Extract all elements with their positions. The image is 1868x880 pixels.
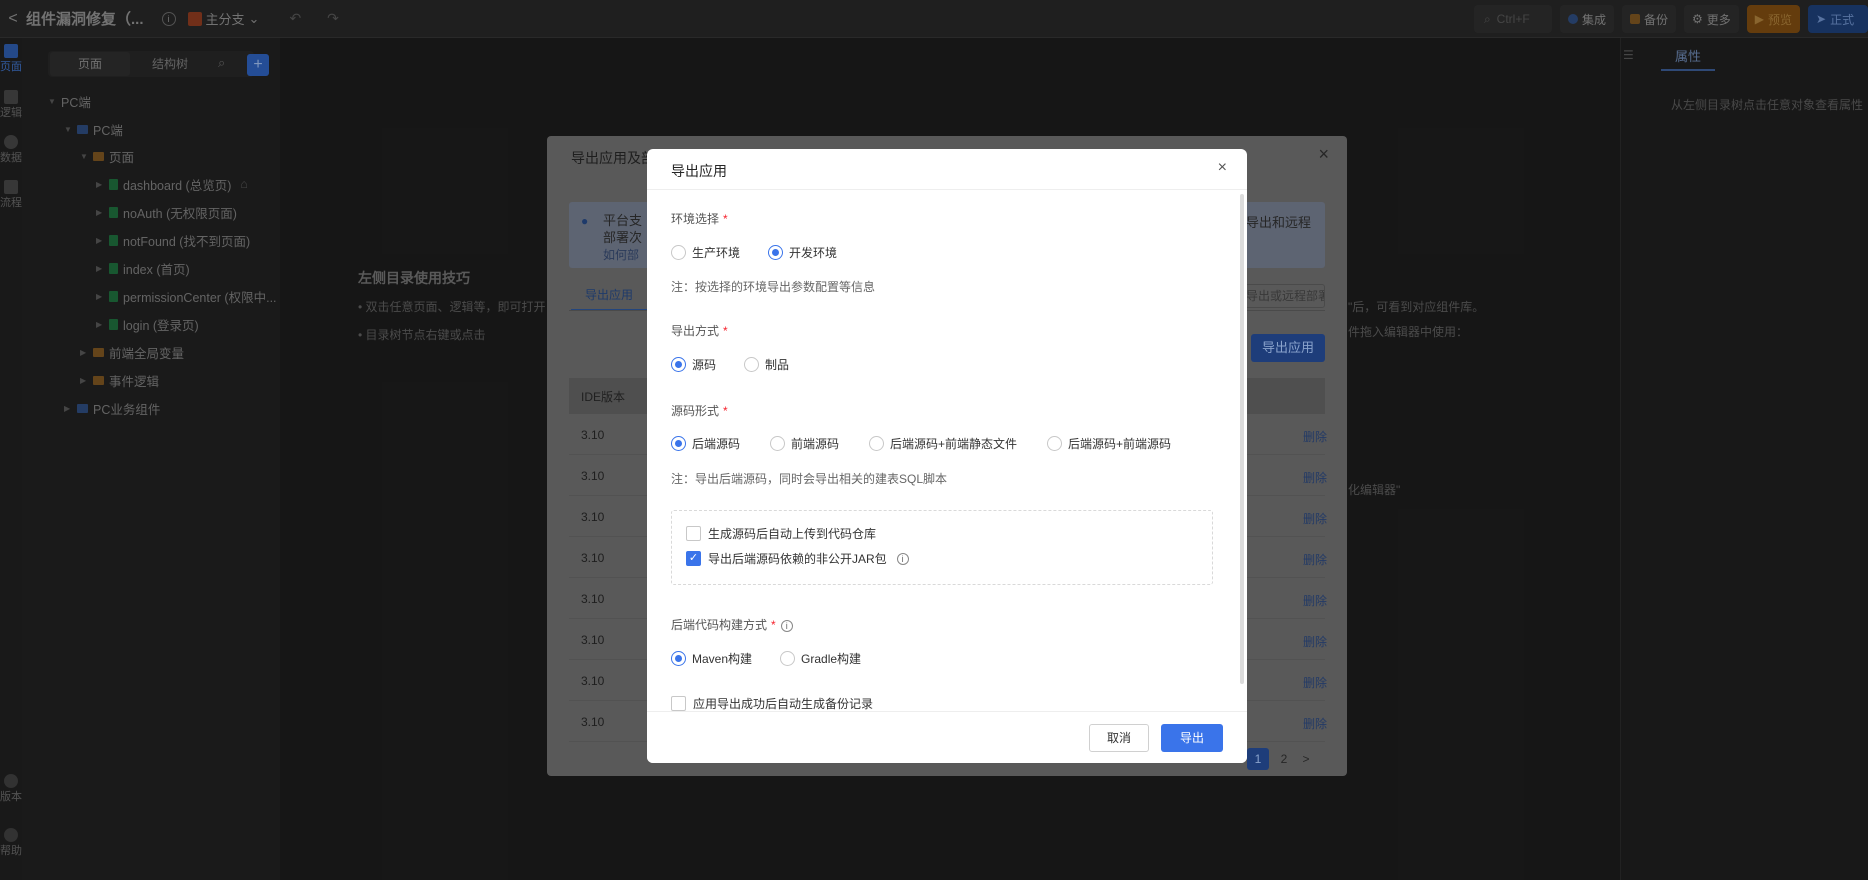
radio-circle (1047, 436, 1063, 451)
radio-label: Maven构建 (692, 652, 753, 666)
radio-build-gradle[interactable]: Gradle构建 (780, 650, 861, 667)
radio-label: 制品 (765, 358, 790, 372)
info-icon[interactable]: i (780, 620, 793, 632)
checkbox-label: 应用导出成功后自动生成备份记录 (693, 697, 874, 711)
checkbox-checked: ✓ (686, 551, 701, 566)
info-line: 部署次 (603, 230, 643, 245)
next-page-icon[interactable]: > (1295, 748, 1317, 770)
radio-mode-artifact[interactable]: 制品 (744, 356, 789, 373)
build-label-text: 后端代码构建方式 (671, 618, 768, 632)
checkbox-auto-backup[interactable]: 应用导出成功后自动生成备份记录 (671, 695, 873, 712)
build-radio-group: Maven构建 Gradle构建 (671, 650, 889, 667)
radio-mode-source[interactable]: 源码 (671, 356, 716, 373)
info-icon[interactable]: i (896, 552, 909, 565)
radio-circle-checked (671, 651, 686, 666)
cell-ide-version: 3.10 (581, 469, 605, 483)
delete-link[interactable]: 删除 (1303, 592, 1327, 609)
cell-ide-version: 3.10 (581, 592, 605, 606)
radio-label: 前端源码 (791, 437, 840, 451)
scrollbar[interactable] (1240, 194, 1244, 684)
radio-label: 源码 (692, 358, 717, 372)
delete-link[interactable]: 删除 (1303, 715, 1327, 732)
info-text: 平台支 部署次 (603, 212, 642, 246)
tab-export-app[interactable]: 导出应用 (571, 286, 648, 311)
close-icon[interactable]: × (1318, 144, 1329, 165)
cell-ide-version: 3.10 (581, 715, 605, 729)
required-mark: * (723, 212, 728, 226)
checkbox (686, 526, 701, 541)
radio-circle-checked (671, 357, 686, 372)
required-mark: * (723, 324, 728, 338)
source-form-label-text: 源码形式 (671, 404, 720, 418)
env-label: 环境选择 * (671, 210, 728, 227)
cell-ide-version: 3.10 (581, 551, 605, 565)
mode-label-text: 导出方式 (671, 324, 720, 338)
env-note: 注：按选择的环境导出参数配置等信息 (671, 280, 876, 294)
remote-deploy-button[interactable]: 导出或远程部署 (1245, 284, 1325, 308)
cell-ide-version: 3.10 (581, 674, 605, 688)
delete-link[interactable]: 删除 (1303, 469, 1327, 486)
required-mark: * (723, 404, 728, 418)
env-radio-group: 生产环境 开发环境 (671, 244, 865, 261)
checkbox (671, 696, 686, 711)
dialog-footer: 取消 导出 (647, 711, 1247, 763)
page-number[interactable]: 2 (1273, 748, 1295, 770)
mode-label: 导出方式 * (671, 322, 728, 339)
column-header: IDE版本 (581, 390, 626, 404)
checkbox-auto-upload[interactable]: 生成源码后自动上传到代码仓库 (686, 525, 876, 542)
source-form-note: 注：导出后端源码，同时会导出相关的建表SQL脚本 (671, 472, 948, 486)
mode-radio-group: 源码 制品 (671, 356, 817, 373)
help-link[interactable]: 如何部 (603, 246, 639, 263)
source-form-radio-group: 后端源码 前端源码 后端源码+前端静态文件 后端源码+前端源码 (671, 435, 1171, 452)
env-label-text: 环境选择 (671, 212, 720, 226)
radio-circle (744, 357, 760, 372)
radio-label: 后端源码 (692, 437, 741, 451)
radio-label: Gradle构建 (801, 652, 862, 666)
cell-ide-version: 3.10 (581, 633, 605, 647)
info-icon: ● (581, 214, 589, 228)
radio-label: 生产环境 (692, 246, 741, 260)
info-line: 平台支 (603, 213, 643, 228)
delete-link[interactable]: 删除 (1303, 510, 1327, 527)
radio-env-production[interactable]: 生产环境 (671, 244, 740, 261)
radio-build-maven[interactable]: Maven构建 (671, 650, 752, 667)
radio-env-development[interactable]: 开发环境 (768, 244, 837, 261)
dialog-header: 导出应用 × (647, 149, 1247, 190)
cell-ide-version: 3.10 (581, 428, 605, 442)
close-icon[interactable]: × (1218, 159, 1227, 177)
checkbox-private-jar[interactable]: ✓ 导出后端源码依赖的非公开JAR包 i (686, 550, 909, 567)
export-app-dialog: 导出应用 × 环境选择 * 生产环境 开发环境 注：按选择的环境导出参数配置等信息… (647, 149, 1247, 763)
checkbox-label: 导出后端源码依赖的非公开JAR包 (708, 552, 887, 566)
radio-circle (869, 436, 885, 451)
delete-link[interactable]: 删除 (1303, 674, 1327, 691)
radio-circle (671, 245, 686, 260)
delete-link[interactable]: 删除 (1303, 633, 1327, 650)
checkbox-label: 生成源码后自动上传到代码仓库 (708, 527, 877, 541)
delete-link[interactable]: 删除 (1303, 428, 1327, 445)
radio-circle (780, 651, 796, 666)
source-form-label: 源码形式 * (671, 402, 728, 419)
radio-form-backend[interactable]: 后端源码 (671, 435, 740, 452)
build-label: 后端代码构建方式 * i (671, 616, 793, 633)
radio-label: 后端源码+前端源码 (1068, 437, 1172, 451)
radio-circle (770, 436, 786, 451)
dialog-title: 导出应用 (671, 163, 727, 179)
page-number[interactable]: 1 (1247, 748, 1269, 770)
source-options-box: 生成源码后自动上传到代码仓库 ✓ 导出后端源码依赖的非公开JAR包 i (671, 510, 1213, 585)
export-app-button[interactable]: 导出应用 (1251, 334, 1325, 362)
required-mark: * (771, 618, 776, 632)
radio-label: 开发环境 (789, 246, 838, 260)
cancel-button[interactable]: 取消 (1089, 724, 1149, 752)
radio-form-backend-static[interactable]: 后端源码+前端静态文件 (869, 435, 1017, 452)
info-text-right: 导出和远程 (1245, 215, 1311, 230)
export-button[interactable]: 导出 (1161, 724, 1223, 752)
radio-form-backend-frontend[interactable]: 后端源码+前端源码 (1047, 435, 1171, 452)
radio-label: 后端源码+前端静态文件 (890, 437, 1018, 451)
radio-circle-checked (768, 245, 784, 260)
radio-circle-checked (671, 436, 686, 451)
delete-link[interactable]: 删除 (1303, 551, 1327, 568)
cell-ide-version: 3.10 (581, 510, 605, 524)
radio-form-frontend[interactable]: 前端源码 (770, 435, 839, 452)
